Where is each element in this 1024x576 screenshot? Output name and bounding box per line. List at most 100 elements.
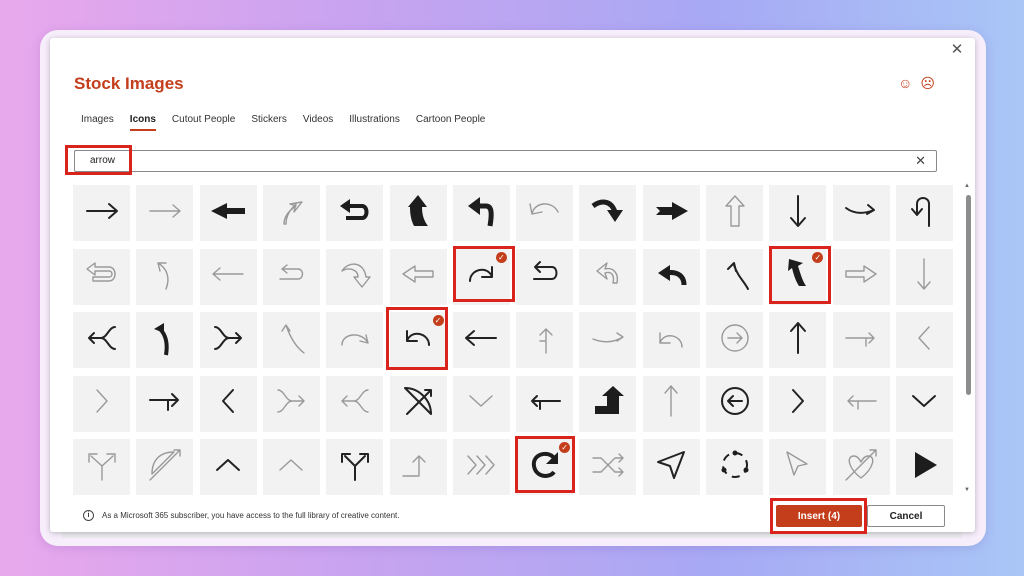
- arrow-up-icon: [777, 317, 819, 364]
- icon-tile[interactable]: [199, 185, 257, 241]
- tab-illustrations[interactable]: Illustrations: [349, 114, 400, 131]
- icon-tile[interactable]: [326, 375, 384, 432]
- icon-tile[interactable]: [642, 439, 700, 495]
- icon-tile[interactable]: [769, 439, 827, 495]
- icon-tile[interactable]: [706, 248, 763, 305]
- icon-tile[interactable]: [452, 439, 510, 495]
- icon-tile[interactable]: [895, 185, 953, 241]
- icon-tile[interactable]: [199, 439, 257, 495]
- insert-button[interactable]: Insert (4): [776, 505, 862, 527]
- icon-tile[interactable]: [136, 312, 194, 368]
- icon-tile[interactable]: [579, 439, 637, 495]
- cancel-button[interactable]: Cancel: [867, 505, 945, 527]
- icon-tile[interactable]: [895, 439, 953, 495]
- icon-tile[interactable]: [579, 185, 637, 241]
- icon-tile[interactable]: [73, 375, 130, 432]
- icon-tile[interactable]: [832, 248, 890, 305]
- icon-tile[interactable]: [769, 185, 827, 241]
- icon-tile[interactable]: [326, 248, 384, 305]
- icon-tile[interactable]: [262, 439, 320, 495]
- icon-tile[interactable]: [452, 375, 510, 432]
- icon-tile[interactable]: [73, 312, 130, 368]
- tab-videos[interactable]: Videos: [303, 114, 333, 131]
- icon-tile[interactable]: ✓: [452, 248, 510, 305]
- search-value[interactable]: arrow: [90, 155, 115, 166]
- icon-tile[interactable]: [642, 312, 700, 368]
- icon-tile[interactable]: [262, 312, 320, 368]
- icon-tile[interactable]: [706, 185, 763, 241]
- icon-tile[interactable]: [326, 185, 384, 241]
- frown-icon[interactable]: ☹: [920, 75, 935, 92]
- icon-tile[interactable]: [262, 185, 320, 241]
- u-turn-outline-icon: [270, 253, 312, 300]
- icon-tile[interactable]: [706, 439, 763, 495]
- circle-arrow-left-icon: [714, 380, 756, 427]
- icon-tile[interactable]: [199, 248, 257, 305]
- icon-tile[interactable]: [832, 439, 890, 495]
- icon-tile[interactable]: [199, 375, 257, 432]
- icon-tile[interactable]: [769, 312, 827, 368]
- icon-tile[interactable]: [516, 375, 574, 432]
- bow-arrow-icon: [397, 380, 439, 427]
- icon-tile[interactable]: [832, 375, 890, 432]
- icon-tile[interactable]: [389, 375, 447, 432]
- chevron-down-icon: [903, 380, 945, 427]
- icon-tile[interactable]: [452, 312, 510, 368]
- icon-tile[interactable]: [136, 248, 194, 305]
- icon-tile[interactable]: [579, 312, 637, 368]
- icon-tile[interactable]: [326, 439, 384, 495]
- close-icon[interactable]: ✕: [947, 40, 967, 60]
- arrow-turn-left-thin-icon: [840, 380, 882, 427]
- icon-tile[interactable]: [136, 439, 194, 495]
- smile-icon[interactable]: ☺: [898, 75, 912, 92]
- icon-tile[interactable]: [136, 185, 194, 241]
- icon-tile[interactable]: [642, 185, 700, 241]
- clear-icon[interactable]: ✕: [915, 153, 926, 169]
- icon-tile[interactable]: [262, 248, 320, 305]
- scroll-up-icon[interactable]: ▲: [964, 183, 970, 189]
- scroll-thumb[interactable]: [966, 195, 971, 395]
- chevron-left-thin-icon: [903, 317, 945, 364]
- arrow-circle-right-thin-icon: [334, 317, 376, 364]
- icon-tile[interactable]: [706, 375, 763, 432]
- icon-tile[interactable]: [516, 185, 574, 241]
- icon-tile[interactable]: [579, 248, 637, 305]
- icon-tile[interactable]: [516, 248, 574, 305]
- tab-stickers[interactable]: Stickers: [251, 114, 287, 131]
- icon-tile[interactable]: [516, 312, 574, 368]
- icon-tile[interactable]: ✓: [769, 248, 827, 305]
- scrollbar[interactable]: ▲ ▼: [964, 183, 973, 493]
- scroll-down-icon[interactable]: ▼: [964, 487, 970, 493]
- icon-tile[interactable]: [73, 248, 130, 305]
- icon-tile[interactable]: [199, 312, 257, 368]
- icon-tile[interactable]: [832, 312, 890, 368]
- icon-tile[interactable]: [389, 185, 447, 241]
- icon-tile[interactable]: [389, 248, 447, 305]
- search-input[interactable]: arrow ✕: [74, 150, 937, 172]
- tab-cutout-people[interactable]: Cutout People: [172, 114, 235, 131]
- chevron-right-thin-icon: [81, 380, 123, 427]
- icon-tile[interactable]: [769, 375, 827, 432]
- arrow-left-bold-icon: [207, 190, 249, 237]
- arrow-up-bold-icon: [397, 190, 439, 237]
- icon-tile[interactable]: [326, 312, 384, 368]
- icon-tile[interactable]: [832, 185, 890, 241]
- icon-tile[interactable]: [262, 375, 320, 432]
- icon-tile[interactable]: [73, 439, 130, 495]
- icon-tile[interactable]: [642, 375, 700, 432]
- tab-images[interactable]: Images: [81, 114, 114, 131]
- icon-tile[interactable]: [706, 312, 763, 368]
- icon-tile[interactable]: [136, 375, 194, 432]
- icon-tile[interactable]: [579, 375, 637, 432]
- icon-tile[interactable]: ✓: [516, 439, 574, 495]
- icon-tile[interactable]: [452, 185, 510, 241]
- icon-tile[interactable]: [73, 185, 130, 241]
- icon-tile[interactable]: [895, 248, 953, 305]
- icon-tile[interactable]: ✓: [389, 312, 447, 368]
- icon-tile[interactable]: [389, 439, 447, 495]
- tab-icons[interactable]: Icons: [129, 114, 157, 131]
- icon-tile[interactable]: [642, 248, 700, 305]
- tab-cartoon-people[interactable]: Cartoon People: [416, 114, 486, 131]
- icon-tile[interactable]: [895, 312, 953, 368]
- icon-tile[interactable]: [895, 375, 953, 432]
